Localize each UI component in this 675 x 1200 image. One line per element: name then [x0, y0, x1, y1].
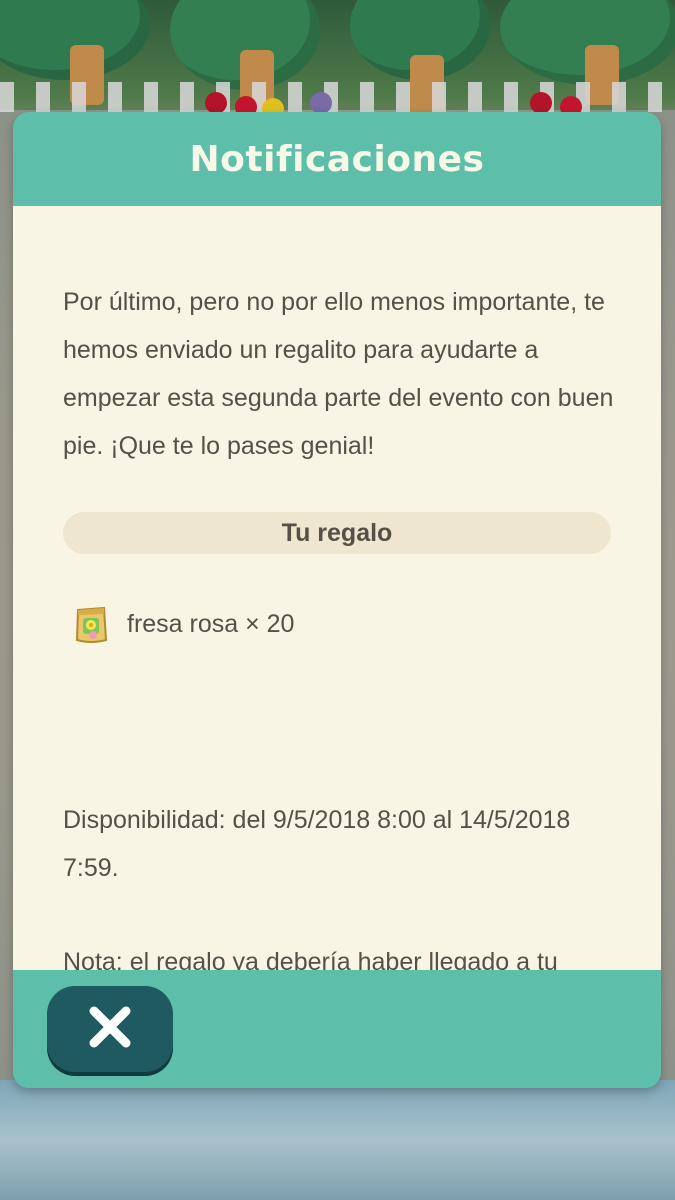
close-button[interactable] — [47, 986, 173, 1072]
seed-bag-icon — [73, 604, 109, 644]
sea-background — [0, 1080, 675, 1200]
gift-heading-banner: Tu regalo — [63, 512, 611, 554]
close-icon — [86, 1003, 134, 1055]
dialog-header: Notificaciones — [13, 112, 661, 206]
flower-icon — [205, 92, 227, 114]
flower-icon — [310, 92, 332, 114]
gift-heading: Tu regalo — [281, 518, 393, 547]
dialog-title: Notificaciones — [189, 138, 485, 180]
gift-item-row: fresa rosa × 20 — [73, 604, 294, 644]
notification-dialog: Notificaciones Por último, pero no por e… — [13, 112, 661, 1088]
gift-item-text: fresa rosa × 20 — [127, 609, 295, 638]
availability-text: Disponibilidad: del 9/5/2018 8:00 al 14/… — [63, 806, 571, 882]
dialog-body: Por último, pero no por ello menos impor… — [13, 206, 661, 1024]
notification-message: Por último, pero no por ello menos impor… — [63, 288, 614, 460]
dialog-footer — [13, 970, 661, 1088]
flower-icon — [530, 92, 552, 114]
